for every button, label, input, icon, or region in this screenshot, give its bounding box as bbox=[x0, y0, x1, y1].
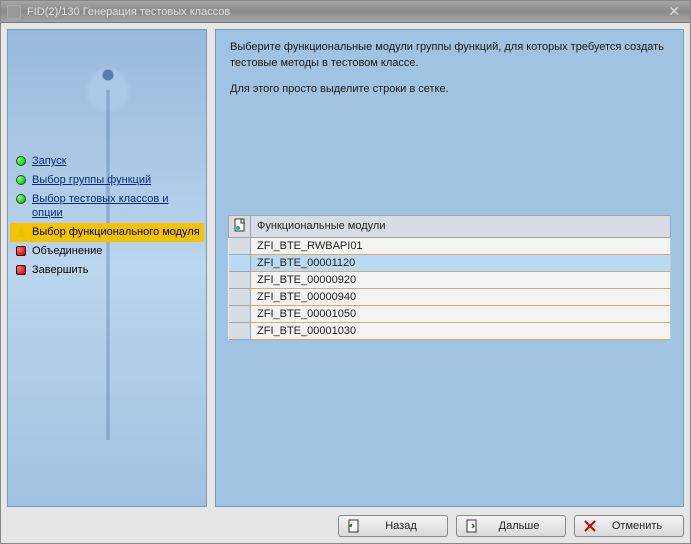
back-button-label: Назад bbox=[371, 520, 431, 532]
grid-wrap: Функциональные модули ZFI_BTE_RWBAPI01ZF… bbox=[228, 215, 671, 308]
module-name-cell[interactable]: ZFI_BTE_RWBAPI01 bbox=[251, 237, 671, 254]
window-title: FID(2)/130 Генерация тестовых классов bbox=[27, 6, 230, 18]
body-area: Запуск Выбор группы функций Выбор тестовых… bbox=[1, 23, 690, 543]
table-row[interactable]: ZFI_BTE_RWBAPI01 bbox=[229, 237, 671, 254]
wizard-steps: Запуск Выбор группы функций Выбор тестовых… bbox=[8, 150, 206, 282]
titlebar[interactable]: FID(2)/130 Генерация тестовых классов ✕ bbox=[1, 1, 690, 23]
wizard-step-0[interactable]: Запуск bbox=[10, 152, 204, 171]
document-icon bbox=[233, 218, 247, 232]
button-row: Назад Дальше Отменить bbox=[7, 507, 684, 537]
back-button[interactable]: Назад bbox=[338, 515, 448, 537]
row-selector[interactable] bbox=[229, 237, 251, 254]
pending-icon bbox=[16, 265, 26, 275]
cancel-button[interactable]: Отменить bbox=[574, 515, 684, 537]
instruction-line-1: Выберите функциональные модули группы фу… bbox=[230, 40, 669, 72]
table-row[interactable]: ZFI_BTE_00000920 bbox=[229, 271, 671, 288]
done-icon bbox=[16, 156, 26, 166]
wizard-step-label: Объединение bbox=[32, 245, 102, 258]
table-row[interactable]: ZFI_BTE_00001120 bbox=[229, 254, 671, 271]
wizard-step-label[interactable]: Выбор группы функций bbox=[32, 174, 151, 187]
wizard-step-1[interactable]: Выбор группы функций bbox=[10, 171, 204, 190]
wizard-step-5: Завершить bbox=[10, 261, 204, 280]
window-icon bbox=[7, 5, 21, 19]
wizard-step-4: Объединение bbox=[10, 242, 204, 261]
table-header-name[interactable]: Функциональные модули bbox=[251, 215, 671, 237]
instruction-line-2: Для этого просто выделите строки в сетке… bbox=[230, 82, 669, 98]
next-button-label: Дальше bbox=[489, 520, 549, 532]
wizard-sidebar: Запуск Выбор группы функций Выбор тестовых… bbox=[7, 29, 207, 507]
wizard-step-3: Выбор функционального модуля bbox=[10, 223, 204, 242]
table-row[interactable]: ZFI_BTE_00000940 bbox=[229, 288, 671, 305]
cancel-icon bbox=[583, 519, 597, 533]
table-header-icon[interactable] bbox=[229, 215, 251, 237]
done-icon bbox=[16, 175, 26, 185]
instructions: Выберите функциональные модули группы фу… bbox=[216, 30, 683, 116]
wizard-step-label[interactable]: Выбор тестовых классов и опции bbox=[32, 193, 200, 219]
module-name-cell[interactable]: ZFI_BTE_00001120 bbox=[251, 254, 671, 271]
pending-icon bbox=[16, 246, 26, 256]
row-selector[interactable] bbox=[229, 254, 251, 271]
content-pane: Выберите функциональные модули группы фу… bbox=[215, 29, 684, 507]
row-selector[interactable] bbox=[229, 288, 251, 305]
dialog-window: FID(2)/130 Генерация тестовых классов ✕ … bbox=[0, 0, 691, 544]
wizard-step-2[interactable]: Выбор тестовых классов и опции bbox=[10, 190, 204, 222]
current-icon bbox=[16, 227, 26, 237]
page-next-icon bbox=[465, 519, 479, 533]
wizard-step-label: Выбор функционального модуля bbox=[32, 226, 200, 239]
module-name-cell[interactable]: ZFI_BTE_00000920 bbox=[251, 271, 671, 288]
wizard-step-label: Завершить bbox=[32, 264, 88, 277]
module-name-cell[interactable]: ZFI_BTE_00000940 bbox=[251, 288, 671, 305]
row-selector[interactable] bbox=[229, 271, 251, 288]
done-icon bbox=[16, 194, 26, 204]
cancel-button-label: Отменить bbox=[607, 520, 667, 532]
close-icon[interactable]: ✕ bbox=[664, 3, 684, 20]
wizard-step-label[interactable]: Запуск bbox=[32, 155, 66, 168]
main-row: Запуск Выбор группы функций Выбор тестовых… bbox=[7, 29, 684, 507]
next-button[interactable]: Дальше bbox=[456, 515, 566, 537]
page-prev-icon bbox=[347, 519, 361, 533]
